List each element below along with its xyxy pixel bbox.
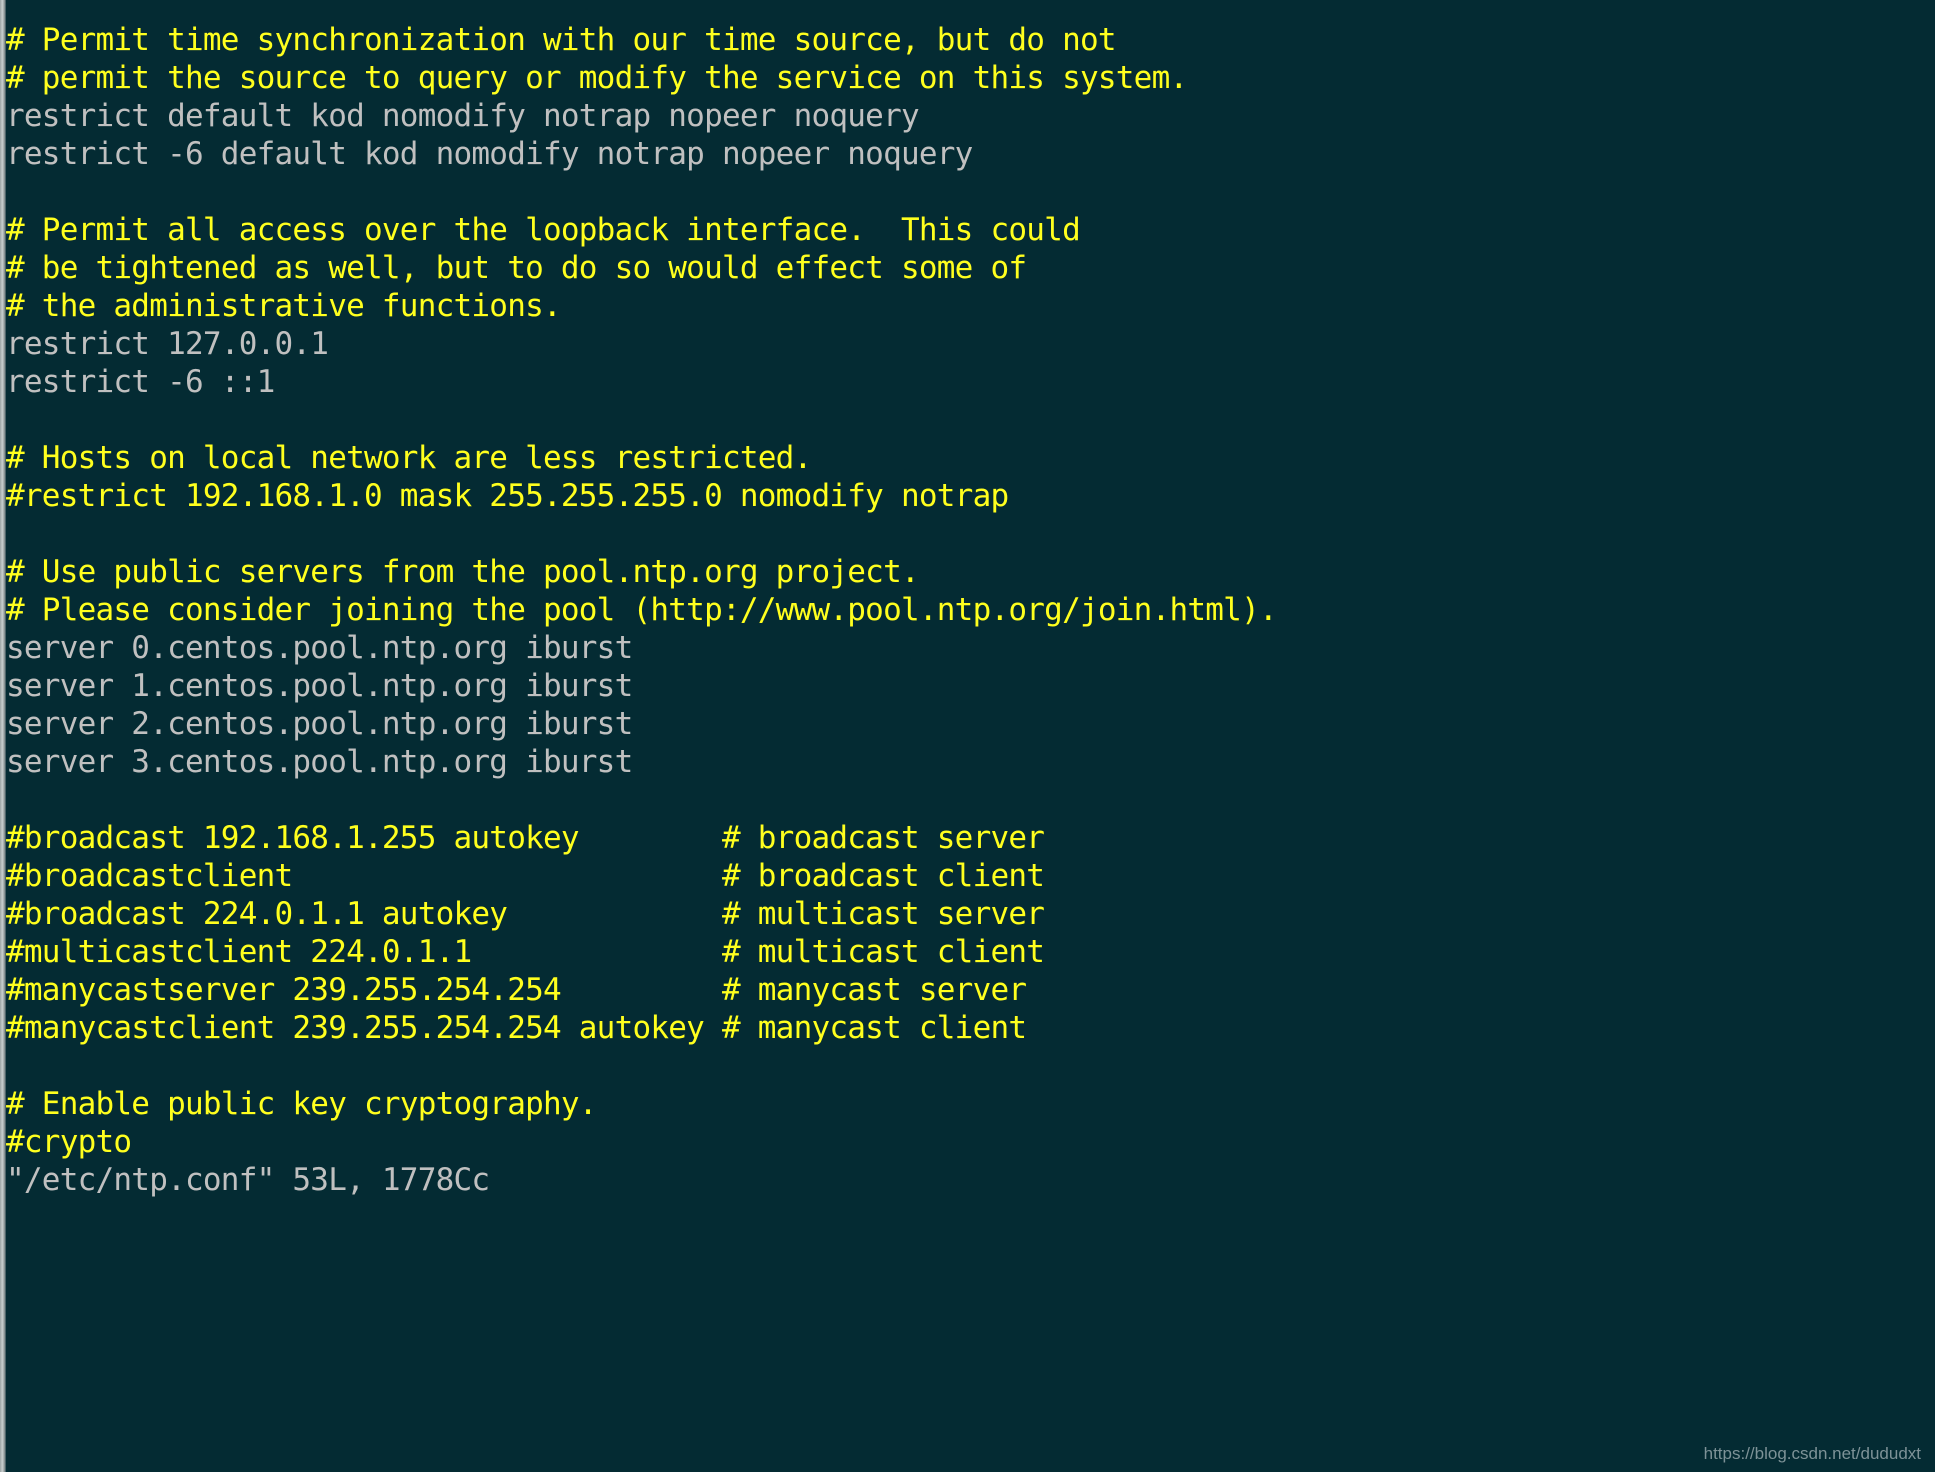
buffer-blank-line bbox=[6, 401, 1935, 439]
buffer-line: restrict -6 ::1 bbox=[6, 364, 275, 400]
buffer-line: server 1.centos.pool.ntp.org iburst bbox=[6, 668, 633, 704]
buffer-line: server 0.centos.pool.ntp.org iburst bbox=[6, 630, 633, 666]
buffer-line: #broadcastclient # broadcast client bbox=[6, 858, 1045, 894]
buffer-line: #broadcast 192.168.1.255 autokey # broad… bbox=[6, 820, 1045, 856]
watermark-text: https://blog.csdn.net/dududxt bbox=[1703, 1444, 1921, 1463]
buffer-line: restrict default kod nomodify notrap nop… bbox=[6, 98, 920, 134]
terminal-window: # Permit time synchronization with our t… bbox=[0, 0, 1935, 1472]
status-line-text: "/etc/ntp.conf" 53L, 1778Cc bbox=[6, 1162, 490, 1198]
buffer-line: server 3.centos.pool.ntp.org iburst bbox=[6, 744, 633, 780]
buffer-blank-line bbox=[6, 1047, 1935, 1085]
vim-status-line: "/etc/ntp.conf" 53L, 1778Cc bbox=[6, 1161, 490, 1199]
buffer-line: # Please consider joining the pool (http… bbox=[6, 592, 1278, 628]
vim-text-buffer[interactable]: # Permit time synchronization with our t… bbox=[6, 21, 1935, 1161]
buffer-blank-line bbox=[6, 781, 1935, 819]
buffer-line: # Use public servers from the pool.ntp.o… bbox=[6, 554, 920, 590]
buffer-line: #restrict 192.168.1.0 mask 255.255.255.0… bbox=[6, 478, 1009, 514]
buffer-line: server 2.centos.pool.ntp.org iburst bbox=[6, 706, 633, 742]
buffer-line: # be tightened as well, but to do so wou… bbox=[6, 250, 1027, 286]
buffer-line: #multicastclient 224.0.1.1 # multicast c… bbox=[6, 934, 1045, 970]
buffer-line: #crypto bbox=[6, 1124, 132, 1160]
buffer-line: restrict 127.0.0.1 bbox=[6, 326, 329, 362]
buffer-line: #broadcast 224.0.1.1 autokey # multicast… bbox=[6, 896, 1045, 932]
buffer-line: # Permit all access over the loopback in… bbox=[6, 212, 1081, 248]
buffer-blank-line bbox=[6, 173, 1935, 211]
buffer-line: # Hosts on local network are less restri… bbox=[6, 440, 812, 476]
buffer-line: restrict -6 default kod nomodify notrap … bbox=[6, 136, 973, 172]
buffer-line: # Enable public key cryptography. bbox=[6, 1086, 597, 1122]
buffer-line: # the administrative functions. bbox=[6, 288, 562, 324]
buffer-line: # Permit time synchronization with our t… bbox=[6, 22, 1117, 58]
buffer-line: #manycastserver 239.255.254.254 # manyca… bbox=[6, 972, 1027, 1008]
buffer-line: #manycastclient 239.255.254.254 autokey … bbox=[6, 1010, 1027, 1046]
buffer-blank-line bbox=[6, 515, 1935, 553]
buffer-line: # permit the source to query or modify t… bbox=[6, 60, 1188, 96]
